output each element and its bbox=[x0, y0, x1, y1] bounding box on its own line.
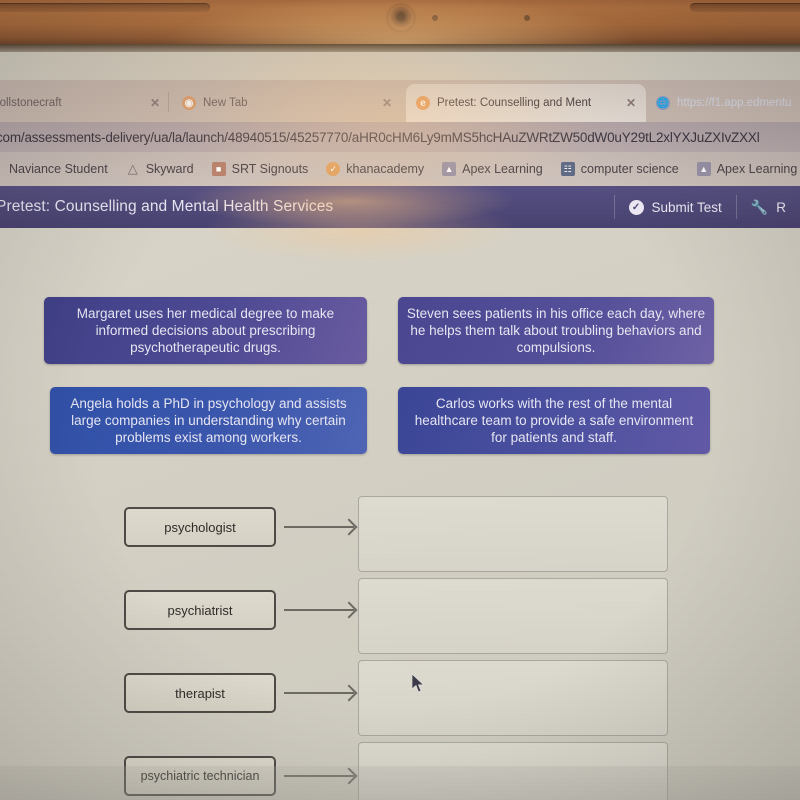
khan-icon: ✓ bbox=[326, 162, 341, 176]
tab-title: y Wollstonecraft bbox=[0, 97, 62, 109]
arrow-icon-3 bbox=[284, 692, 354, 694]
bookmark-label: Apex Learning bbox=[716, 162, 798, 176]
tools-label: R bbox=[776, 199, 786, 215]
term-psychiatric-technician: psychiatric technician bbox=[124, 756, 276, 796]
card-text: Margaret uses her medical degree to make… bbox=[76, 306, 335, 355]
bookmark-apex-learning-1[interactable]: ▲ Apex Learning bbox=[433, 162, 552, 176]
tab-divider bbox=[168, 92, 169, 112]
bookmark-label: Naviance Student bbox=[9, 162, 108, 176]
tab-close-icon[interactable]: ✕ bbox=[150, 96, 160, 110]
drop-zone-2[interactable] bbox=[358, 578, 668, 654]
draggable-card-2[interactable]: Steven sees patients in his office each … bbox=[398, 297, 714, 364]
browser-tab-4[interactable]: 🌐 https://f1.app.edmentu bbox=[646, 84, 800, 122]
term-therapist: therapist bbox=[124, 673, 276, 713]
skyward-icon: △ bbox=[127, 161, 138, 176]
grid-icon: ☷ bbox=[560, 162, 575, 176]
check-circle-icon: ✓ bbox=[628, 199, 644, 215]
term-label: psychologist bbox=[164, 519, 236, 535]
card-text: Steven sees patients in his office each … bbox=[406, 306, 706, 355]
tools-button[interactable]: 🔧 R bbox=[737, 186, 800, 228]
card-text: Angela holds a PhD in psychology and ass… bbox=[70, 396, 347, 445]
tab-title: Pretest: Counselling and Ment bbox=[437, 97, 592, 109]
address-bar[interactable]: com/assessments-delivery/ua/la/launch/48… bbox=[0, 122, 800, 152]
bookmark-label: Skyward bbox=[145, 162, 194, 176]
tab-title: New Tab bbox=[203, 97, 248, 109]
assessment-header-bar: Pretest: Counselling and Mental Health S… bbox=[0, 166, 800, 236]
arrow-icon-2 bbox=[284, 609, 354, 611]
laptop-bezel bbox=[0, 0, 800, 44]
page-title: Pretest: Counselling and Mental Health S… bbox=[0, 198, 334, 215]
drop-zone-4[interactable] bbox=[358, 742, 668, 800]
url-text: com/assessments-delivery/ua/la/launch/48… bbox=[0, 129, 760, 145]
bezel-slot-right bbox=[690, 3, 800, 12]
drop-zone-3[interactable] bbox=[358, 660, 668, 736]
bezel-slot-left bbox=[0, 3, 210, 12]
question-content-area: Margaret uses her medical degree to make… bbox=[0, 194, 800, 800]
webcam-icon bbox=[388, 5, 414, 31]
bookmark-label: SRT Signouts bbox=[231, 162, 309, 176]
drop-zone-1[interactable] bbox=[358, 496, 668, 572]
term-psychiatrist: psychiatrist bbox=[124, 590, 276, 630]
bookmark-apex-learning-2[interactable]: ▲ Apex Learning bbox=[688, 162, 800, 176]
browser-tab-2[interactable]: ◉ New Tab ✕ bbox=[172, 84, 402, 122]
draggable-card-3[interactable]: Angela holds a PhD in psychology and ass… bbox=[50, 387, 367, 454]
bookmark-srt-signouts[interactable]: ■ SRT Signouts bbox=[203, 162, 318, 176]
apex-icon: ▲ bbox=[442, 162, 457, 176]
mouse-cursor-icon bbox=[412, 674, 425, 693]
bookmark-label: khanacademy bbox=[346, 162, 425, 176]
draggable-card-4[interactable]: Carlos works with the rest of the mental… bbox=[398, 387, 710, 454]
bookmark-khanacademy[interactable]: ✓ khanacademy bbox=[317, 162, 433, 176]
screen-panel-edge bbox=[0, 44, 800, 52]
tab-close-icon[interactable]: ✕ bbox=[382, 96, 392, 110]
microphone-hole-right bbox=[524, 15, 530, 21]
chrome-icon: ◉ bbox=[182, 96, 196, 110]
browser-tab-strip: y Wollstonecraft ✕ ◉ New Tab ✕ e Pretest… bbox=[0, 80, 800, 122]
bookmark-naviance-student[interactable]: Naviance Student bbox=[0, 162, 117, 176]
arrow-icon-4 bbox=[284, 775, 354, 777]
wrench-icon: 🔧 bbox=[750, 198, 769, 215]
bookmark-skyward[interactable]: △ Skyward bbox=[117, 161, 203, 176]
tab-close-icon[interactable]: ✕ bbox=[626, 96, 636, 110]
edmentum-icon: e bbox=[416, 96, 430, 110]
srt-icon: ■ bbox=[211, 162, 226, 176]
draggable-card-1[interactable]: Margaret uses her medical degree to make… bbox=[44, 297, 367, 364]
term-psychologist: psychologist bbox=[124, 507, 276, 547]
bookmark-label: computer science bbox=[580, 162, 679, 176]
submit-test-label: Submit Test bbox=[651, 199, 722, 215]
bookmarks-bar: Naviance Student △ Skyward ■ SRT Signout… bbox=[0, 152, 800, 186]
laptop-screen: y Wollstonecraft ✕ ◉ New Tab ✕ e Pretest… bbox=[0, 44, 800, 800]
globe-icon: 🌐 bbox=[656, 96, 670, 110]
microphone-hole-left bbox=[432, 15, 438, 21]
term-label: therapist bbox=[175, 685, 225, 701]
term-label: psychiatric technician bbox=[140, 769, 260, 783]
browser-tab-1[interactable]: y Wollstonecraft ✕ bbox=[0, 84, 170, 122]
bookmark-computer-science[interactable]: ☷ computer science bbox=[552, 162, 688, 176]
arrow-icon-1 bbox=[284, 526, 354, 528]
term-label: psychiatrist bbox=[167, 602, 233, 618]
browser-tab-active[interactable]: e Pretest: Counselling and Ment ✕ bbox=[406, 84, 646, 122]
bookmark-label: Apex Learning bbox=[462, 162, 543, 176]
submit-test-button[interactable]: ✓ Submit Test bbox=[615, 186, 736, 228]
card-text: Carlos works with the rest of the mental… bbox=[414, 396, 694, 445]
tab-title: https://f1.app.edmentu bbox=[677, 97, 792, 109]
apex-icon: ▲ bbox=[696, 162, 711, 176]
